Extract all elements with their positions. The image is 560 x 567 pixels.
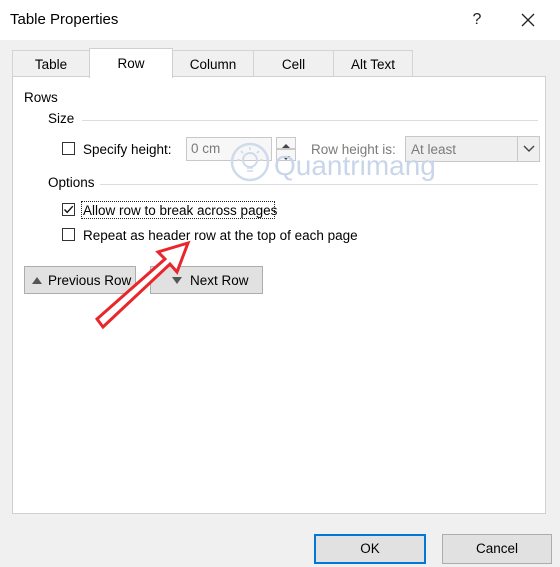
specify-height-label: Specify height: <box>83 142 172 157</box>
previous-row-label: Previous Row <box>48 273 132 288</box>
specify-height-checkbox[interactable] <box>62 142 75 155</box>
options-heading: Options <box>48 175 95 190</box>
allow-break-label: Allow row to break across pages <box>83 203 278 218</box>
repeat-header-label: Repeat as header row at the top of each … <box>83 228 358 243</box>
next-row-button[interactable]: Next Row <box>150 266 263 294</box>
checkmark-icon <box>63 205 74 214</box>
rows-heading: Rows <box>24 90 58 105</box>
previous-row-button[interactable]: Previous Row <box>24 266 136 294</box>
watermark-logo: Quantrimang <box>228 140 436 189</box>
triangle-up-icon <box>32 277 42 284</box>
lightbulb-icon <box>230 142 270 182</box>
height-spin-up[interactable] <box>276 137 296 149</box>
chevron-down-icon <box>523 145 535 152</box>
options-divider <box>100 184 538 185</box>
triangle-down-icon <box>172 277 182 284</box>
size-heading: Size <box>48 111 75 126</box>
allow-break-checkbox[interactable] <box>62 203 75 216</box>
rule-dropdown-button[interactable] <box>517 136 540 162</box>
next-row-label: Next Row <box>190 273 249 288</box>
watermark-text: Quantrimang <box>274 150 436 181</box>
size-divider <box>82 120 538 121</box>
repeat-header-checkbox[interactable] <box>62 228 75 241</box>
